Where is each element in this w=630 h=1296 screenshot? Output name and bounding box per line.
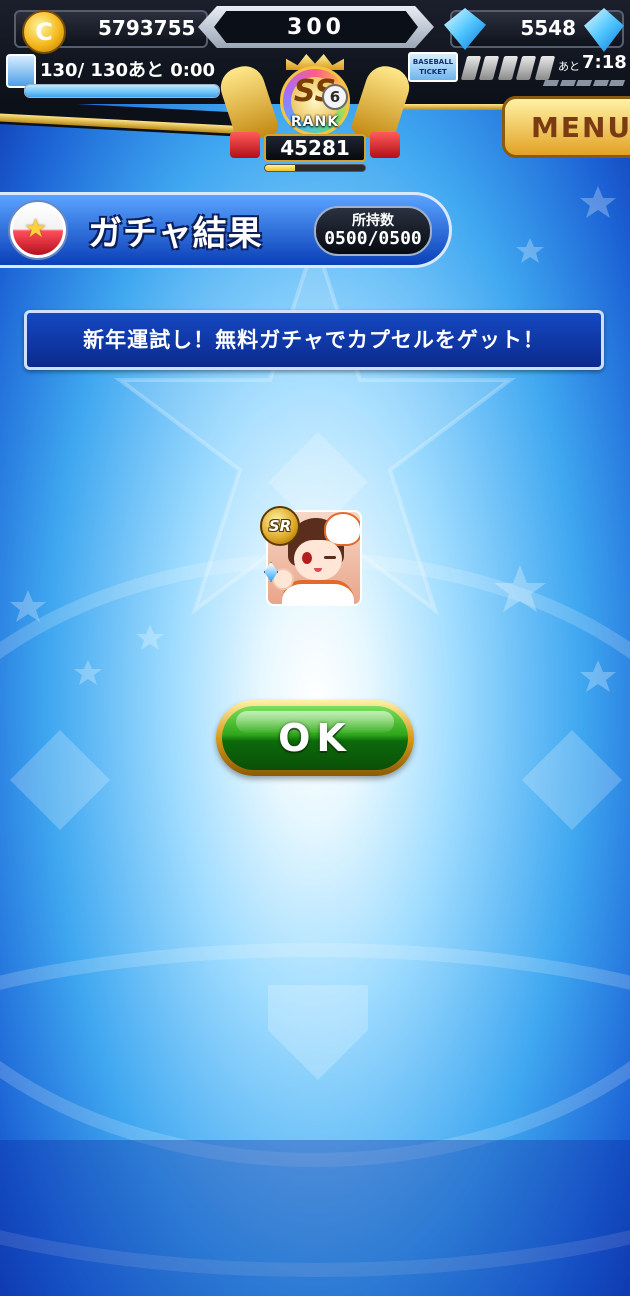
ok-button-label: OK: [222, 706, 408, 770]
center-counter: 300: [214, 11, 418, 43]
stamina-text: 130/ 130あと 0:00: [40, 60, 216, 81]
rank-label: RANK: [290, 114, 340, 130]
rank-progress-bar: [264, 164, 366, 172]
character-wink: [324, 556, 336, 559]
gem-value: 5548: [520, 16, 576, 40]
ribbon-right-icon: [370, 132, 400, 158]
gacha-message: 新年運試し！無料ガチャでカプセルをゲット！: [24, 310, 604, 370]
ticket-slot: [497, 56, 519, 80]
coin-value: 5793755: [98, 16, 196, 40]
ticket-slot: [479, 56, 501, 80]
coin-icon: C: [22, 10, 66, 54]
page-title: ガチャ結果: [88, 214, 263, 254]
character-face: [294, 540, 342, 580]
rank-emblem[interactable]: SS 6 RANK 45281: [215, 54, 415, 174]
stamina-meter: 130/ 130あと 0:00: [6, 52, 220, 100]
stamina-bar: [24, 84, 220, 98]
character-eye: [302, 552, 312, 564]
rank-level: 6: [322, 84, 348, 110]
stamina-bar-fill: [25, 85, 219, 97]
holdings-label: 所持数: [352, 213, 394, 229]
holdings-value: 0500/0500: [324, 228, 422, 249]
top-status-bar: C 5793755 300 5548 130/ 130あと 0:00 BASEB…: [0, 0, 630, 180]
baseball-ticket-icon: BASEBALL TICKET: [408, 52, 458, 82]
ticket-slot: [534, 56, 556, 80]
ticket-timer: 7:18: [582, 52, 627, 73]
rank-points: 45281: [264, 134, 366, 162]
holdings-counter: 所持数 0500/0500: [314, 206, 432, 256]
rank-progress-fill: [265, 165, 295, 171]
ticket-remaining-label: あと: [558, 60, 580, 73]
ticket-slots: [460, 56, 556, 80]
ok-button[interactable]: OK: [216, 700, 414, 776]
ticket-sub-slots: [542, 80, 626, 86]
rarity-badge: SR: [260, 506, 300, 546]
ribbon-left-icon: [230, 132, 260, 158]
ticket-meter: BASEBALL TICKET あと 7:18: [408, 52, 627, 92]
menu-button[interactable]: MENU: [502, 96, 630, 158]
ticket-slot: [516, 56, 537, 80]
star-icon: ★: [24, 214, 48, 244]
stamina-icon: [6, 54, 36, 88]
